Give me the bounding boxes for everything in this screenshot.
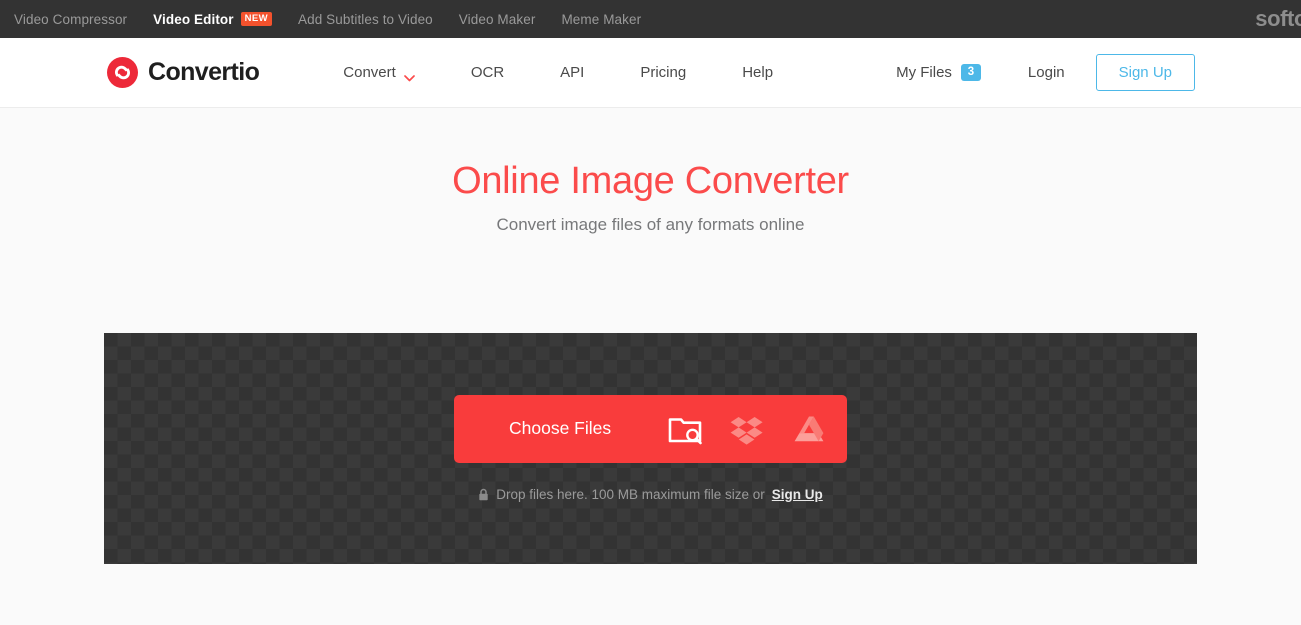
topbar-link-label[interactable]: Video Maker: [459, 12, 536, 27]
dropzone-signup-link[interactable]: Sign Up: [772, 487, 823, 502]
site-header: Convertio Convert OCR API Pricing Help M…: [0, 38, 1301, 108]
folder-search-icon[interactable]: [668, 413, 702, 445]
header-right-nav: My Files 3 Login Sign Up: [896, 54, 1195, 91]
my-files-link[interactable]: My Files 3: [896, 64, 981, 81]
nav-item-convert[interactable]: Convert: [315, 64, 443, 82]
topbar-item-add-subtitles-to-video[interactable]: Add Subtitles to Video: [298, 12, 433, 27]
nav-item-pricing[interactable]: Pricing: [612, 64, 714, 81]
nav-item-label: Convert: [343, 64, 396, 81]
nav-item-label: Pricing: [640, 64, 687, 81]
lock-icon: [478, 488, 489, 501]
dropbox-icon[interactable]: [730, 413, 764, 445]
nav-item-label: OCR: [470, 64, 505, 81]
choose-files-button[interactable]: Choose Files: [454, 394, 847, 463]
dropzone-hint-text: Drop files here. 100 MB maximum file siz…: [496, 486, 765, 502]
brand-logo[interactable]: Convertio: [107, 57, 260, 88]
chevron-down-icon: [403, 69, 415, 82]
nav-item-label: Help: [742, 64, 774, 81]
promo-topbar-links: Video Compressor Video Editor NEW Add Su…: [14, 12, 641, 27]
main-navigation: Convert OCR API Pricing Help: [315, 64, 801, 82]
topbar-link-label[interactable]: Video Editor: [153, 12, 233, 27]
nav-item-label: API: [560, 64, 585, 81]
topbar-link-label[interactable]: Add Subtitles to Video: [298, 12, 433, 27]
dropzone-wrapper: Choose Files Drop files here. 100 MB max…: [0, 332, 1301, 564]
signup-button[interactable]: Sign Up: [1095, 54, 1195, 91]
page-title: Online Image Converter: [452, 160, 849, 202]
login-link[interactable]: Login: [1028, 64, 1065, 81]
choose-files-label: Choose Files: [509, 418, 612, 439]
new-badge: NEW: [240, 12, 272, 26]
topbar-item-video-editor[interactable]: Video Editor NEW: [153, 12, 272, 27]
brand-name: Convertio: [148, 58, 260, 86]
convertio-logo-icon: [107, 57, 138, 88]
page-subtitle: Convert image files of any formats onlin…: [496, 214, 805, 234]
topbar-item-video-maker[interactable]: Video Maker: [459, 12, 536, 27]
nav-item-ocr[interactable]: OCR: [443, 64, 532, 81]
my-files-label: My Files: [896, 64, 952, 81]
dropzone-hint: Drop files here. 100 MB maximum file siz…: [478, 487, 823, 502]
my-files-count-badge: 3: [960, 64, 981, 81]
nav-item-api[interactable]: API: [532, 64, 612, 81]
softo-logo[interactable]: softo: [1255, 6, 1301, 32]
file-dropzone[interactable]: Choose Files Drop files here. 100 MB max…: [104, 332, 1197, 564]
promo-topbar: Video Compressor Video Editor NEW Add Su…: [0, 0, 1301, 38]
topbar-link-label[interactable]: Video Compressor: [14, 12, 127, 27]
nav-item-help[interactable]: Help: [714, 64, 801, 81]
topbar-link-label[interactable]: Meme Maker: [561, 12, 641, 27]
hero-section: Online Image Converter Convert image fil…: [0, 108, 1301, 235]
topbar-item-video-compressor[interactable]: Video Compressor: [14, 12, 127, 27]
topbar-item-meme-maker[interactable]: Meme Maker: [561, 12, 641, 27]
google-drive-icon[interactable]: [792, 413, 826, 445]
